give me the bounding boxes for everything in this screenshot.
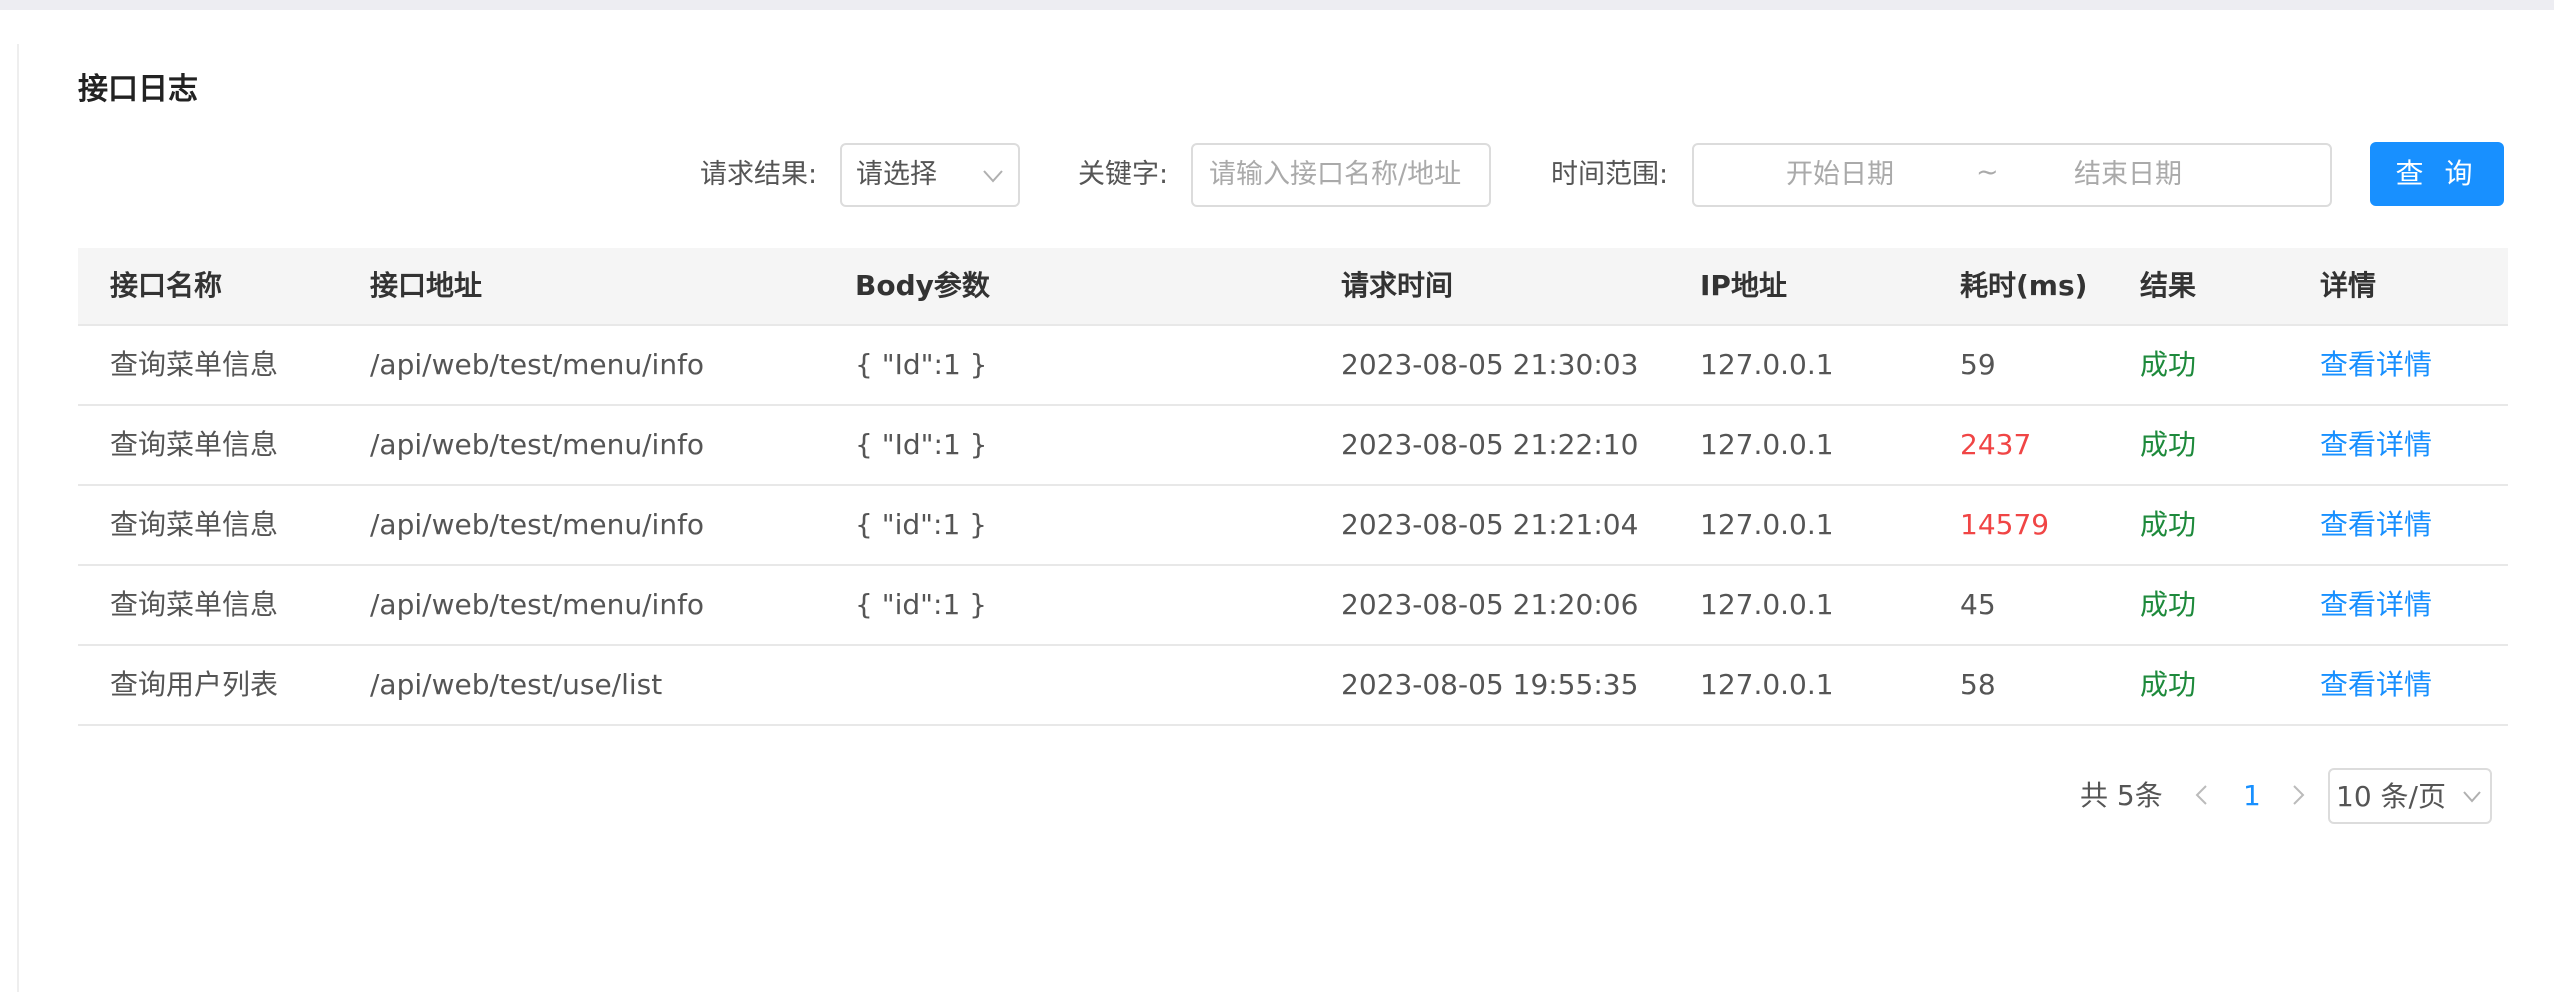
column-header: Body参数 <box>855 269 990 302</box>
chevron-left-icon[interactable] <box>2192 778 2212 823</box>
view-detail-link[interactable]: 查看详情 <box>2320 326 2432 404</box>
cell-result: 成功 <box>2140 588 2197 621</box>
cell-name: 查询菜单信息 <box>110 428 279 461</box>
cell-body: { "id":1 } <box>855 588 987 621</box>
cell-time: 2023-08-05 21:21:04 <box>1341 508 1639 541</box>
column-header: 接口地址 <box>370 269 483 302</box>
cell-ip: 127.0.0.1 <box>1700 348 1834 381</box>
page-size-select[interactable]: 10 条/页 <box>2328 768 2492 824</box>
cell-ip: 127.0.0.1 <box>1700 428 1834 461</box>
table-row: 查询用户列表 /api/web/test/use/list 2023-08-05… <box>78 646 2508 726</box>
pagination-total: 共 5条 <box>2080 779 2163 812</box>
keyword-input-placeholder: 请输入接口名称/地址 <box>1209 159 1462 190</box>
chevron-down-icon <box>980 161 1006 195</box>
query-button[interactable]: 查 询 <box>2370 142 2504 206</box>
column-header: 请求时间 <box>1341 269 1454 302</box>
cell-name: 查询菜单信息 <box>110 508 279 541</box>
view-detail-link[interactable]: 查看详情 <box>2320 646 2432 724</box>
cell-name: 查询菜单信息 <box>110 348 279 381</box>
column-header: IP地址 <box>1700 269 1787 302</box>
chevron-down-icon <box>2460 783 2484 815</box>
end-date-input[interactable]: 结束日期 <box>2074 157 2182 193</box>
cell-path: /api/web/test/menu/info <box>370 348 705 381</box>
keyword-input[interactable]: 请输入接口名称/地址 <box>1191 143 1491 207</box>
date-range-picker[interactable]: 开始日期 ~ 结束日期 <box>1692 143 2332 207</box>
cell-ip: 127.0.0.1 <box>1700 588 1834 621</box>
view-detail-link[interactable]: 查看详情 <box>2320 566 2432 644</box>
table-header: 接口名称 接口地址 Body参数 请求时间 IP地址 耗时(ms) 结果 详情 <box>78 248 2508 326</box>
left-divider <box>17 44 19 992</box>
cell-path: /api/web/test/menu/info <box>370 508 705 541</box>
table-row: 查询菜单信息 /api/web/test/menu/info { "Id":1 … <box>78 326 2508 406</box>
chevron-right-icon[interactable] <box>2288 778 2308 823</box>
cell-time: 2023-08-05 19:55:35 <box>1341 668 1639 701</box>
pagination-page-1[interactable]: 1 <box>2243 776 2261 816</box>
cell-cost: 58 <box>1960 668 1996 701</box>
view-detail-link[interactable]: 查看详情 <box>2320 486 2432 564</box>
cell-cost: 59 <box>1960 348 1996 381</box>
page-title: 接口日志 <box>78 72 198 107</box>
cell-body: { "Id":1 } <box>855 428 988 461</box>
column-header: 耗时(ms) <box>1960 269 2088 302</box>
cell-time: 2023-08-05 21:22:10 <box>1341 428 1639 461</box>
result-filter-label: 请求结果: <box>700 159 818 190</box>
cell-body: { "id":1 } <box>855 508 987 541</box>
cell-cost: 14579 <box>1960 508 2050 541</box>
top-bar <box>0 0 2554 10</box>
page-size-value: 10 条/页 <box>2336 780 2446 813</box>
cell-cost: 2437 <box>1960 428 2032 461</box>
time-range-label: 时间范围: <box>1551 159 1669 190</box>
cell-body: { "Id":1 } <box>855 348 988 381</box>
cell-path: /api/web/test/use/list <box>370 668 663 701</box>
cell-result: 成功 <box>2140 668 2197 701</box>
cell-time: 2023-08-05 21:20:06 <box>1341 588 1639 621</box>
column-header: 详情 <box>2320 269 2377 302</box>
cell-name: 查询用户列表 <box>110 668 279 701</box>
keyword-filter-label: 关键字: <box>1078 159 1169 190</box>
cell-result: 成功 <box>2140 508 2197 541</box>
cell-time: 2023-08-05 21:30:03 <box>1341 348 1639 381</box>
cell-result: 成功 <box>2140 428 2197 461</box>
cell-ip: 127.0.0.1 <box>1700 508 1834 541</box>
cell-cost: 45 <box>1960 588 1996 621</box>
result-select[interactable]: 请选择 <box>840 143 1020 207</box>
cell-path: /api/web/test/menu/info <box>370 588 705 621</box>
cell-result: 成功 <box>2140 348 2197 381</box>
column-header: 结果 <box>2140 269 2197 302</box>
table-row: 查询菜单信息 /api/web/test/menu/info { "id":1 … <box>78 566 2508 646</box>
table-row: 查询菜单信息 /api/web/test/menu/info { "Id":1 … <box>78 406 2508 486</box>
result-select-value: 请选择 <box>856 159 937 190</box>
start-date-input[interactable]: 开始日期 <box>1786 157 1894 193</box>
cell-ip: 127.0.0.1 <box>1700 668 1834 701</box>
cell-name: 查询菜单信息 <box>110 588 279 621</box>
cell-path: /api/web/test/menu/info <box>370 428 705 461</box>
table-row: 查询菜单信息 /api/web/test/menu/info { "id":1 … <box>78 486 2508 566</box>
range-separator: ~ <box>1976 157 1999 188</box>
view-detail-link[interactable]: 查看详情 <box>2320 406 2432 484</box>
column-header: 接口名称 <box>110 269 223 302</box>
